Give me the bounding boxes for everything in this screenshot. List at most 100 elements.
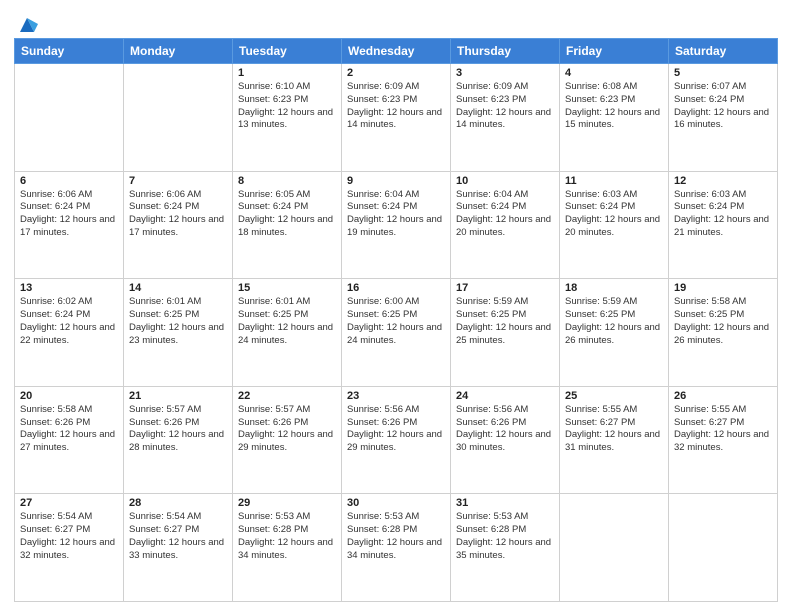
day-info: Sunrise: 5:54 AMSunset: 6:27 PMDaylight:… — [129, 511, 227, 562]
day-number: 12 — [674, 175, 772, 187]
day-number: 17 — [456, 282, 554, 294]
logo-icon — [16, 14, 38, 36]
calendar-table: SundayMondayTuesdayWednesdayThursdayFrid… — [14, 38, 778, 602]
day-number: 10 — [456, 175, 554, 187]
day-number: 19 — [674, 282, 772, 294]
calendar-week-row: 1 Sunrise: 6:10 AMSunset: 6:23 PMDaylight… — [15, 64, 778, 172]
calendar-week-row: 27 Sunrise: 5:54 AMSunset: 6:27 PMDayligh… — [15, 494, 778, 602]
logo-area — [14, 14, 38, 32]
day-number: 31 — [456, 497, 554, 509]
day-info: Sunrise: 6:04 AMSunset: 6:24 PMDaylight:… — [347, 189, 445, 240]
day-info: Sunrise: 5:57 AMSunset: 6:26 PMDaylight:… — [238, 404, 336, 455]
header — [14, 10, 778, 32]
calendar-cell: 11Sunrise: 6:03 AMSunset: 6:24 PMDayligh… — [560, 171, 669, 279]
day-info: Sunrise: 5:58 AMSunset: 6:26 PMDaylight:… — [20, 404, 118, 455]
calendar-cell: 6 Sunrise: 6:06 AMSunset: 6:24 PMDaylight… — [15, 171, 124, 279]
calendar-cell: 10 Sunrise: 6:04 AMSunset: 6:24 PMDayligh… — [451, 171, 560, 279]
day-info: Sunrise: 5:55 AMSunset: 6:27 PMDaylight:… — [565, 404, 663, 455]
calendar-cell — [15, 64, 124, 172]
day-info: Sunrise: 6:02 AMSunset: 6:24 PMDaylight:… — [20, 296, 118, 347]
day-info: Sunrise: 6:00 AMSunset: 6:25 PMDaylight:… — [347, 296, 445, 347]
day-info: Sunrise: 5:59 AMSunset: 6:25 PMDaylight:… — [456, 296, 554, 347]
weekday-header-row: SundayMondayTuesdayWednesdayThursdayFrid… — [15, 39, 778, 64]
calendar-cell: 27Sunrise: 5:54 AMSunset: 6:27 PMDayligh… — [15, 494, 124, 602]
weekday-header-wednesday: Wednesday — [342, 39, 451, 64]
calendar-cell: 20 Sunrise: 5:58 AMSunset: 6:26 PMDayligh… — [15, 386, 124, 494]
day-info: Sunrise: 6:10 AMSunset: 6:23 PMDaylight:… — [238, 81, 336, 132]
day-number: 4 — [565, 67, 663, 79]
calendar-cell: 22 Sunrise: 5:57 AMSunset: 6:26 PMDayligh… — [233, 386, 342, 494]
calendar-week-row: 20 Sunrise: 5:58 AMSunset: 6:26 PMDayligh… — [15, 386, 778, 494]
day-number: 6 — [20, 175, 118, 187]
calendar-cell: 3 Sunrise: 6:09 AMSunset: 6:23 PMDaylight… — [451, 64, 560, 172]
day-number: 8 — [238, 175, 336, 187]
day-info: Sunrise: 6:06 AMSunset: 6:24 PMDaylight:… — [129, 189, 227, 240]
day-info: Sunrise: 5:53 AMSunset: 6:28 PMDaylight:… — [238, 511, 336, 562]
day-info: Sunrise: 6:03 AMSunset: 6:24 PMDaylight:… — [565, 189, 663, 240]
calendar-cell: 19 Sunrise: 5:58 AMSunset: 6:25 PMDayligh… — [669, 279, 778, 387]
day-number: 3 — [456, 67, 554, 79]
calendar-cell: 12 Sunrise: 6:03 AMSunset: 6:24 PMDayligh… — [669, 171, 778, 279]
calendar-cell: 13 Sunrise: 6:02 AMSunset: 6:24 PMDayligh… — [15, 279, 124, 387]
calendar-cell: 4 Sunrise: 6:08 AMSunset: 6:23 PMDaylight… — [560, 64, 669, 172]
weekday-header-friday: Friday — [560, 39, 669, 64]
day-number: 29 — [238, 497, 336, 509]
day-number: 15 — [238, 282, 336, 294]
day-info: Sunrise: 6:05 AMSunset: 6:24 PMDaylight:… — [238, 189, 336, 240]
day-number: 21 — [129, 390, 227, 402]
calendar-cell: 30 Sunrise: 5:53 AMSunset: 6:28 PMDayligh… — [342, 494, 451, 602]
day-info: Sunrise: 6:06 AMSunset: 6:24 PMDaylight:… — [20, 189, 118, 240]
day-number: 25 — [565, 390, 663, 402]
calendar-cell — [560, 494, 669, 602]
day-number: 28 — [129, 497, 227, 509]
day-number: 27 — [20, 497, 118, 509]
calendar-cell: 1 Sunrise: 6:10 AMSunset: 6:23 PMDaylight… — [233, 64, 342, 172]
calendar-cell: 18 Sunrise: 5:59 AMSunset: 6:25 PMDayligh… — [560, 279, 669, 387]
day-info: Sunrise: 5:53 AMSunset: 6:28 PMDaylight:… — [456, 511, 554, 562]
day-info: Sunrise: 6:03 AMSunset: 6:24 PMDaylight:… — [674, 189, 772, 240]
calendar-cell: 7 Sunrise: 6:06 AMSunset: 6:24 PMDaylight… — [124, 171, 233, 279]
calendar-cell: 23Sunrise: 5:56 AMSunset: 6:26 PMDayligh… — [342, 386, 451, 494]
day-info: Sunrise: 5:59 AMSunset: 6:25 PMDaylight:… — [565, 296, 663, 347]
day-info: Sunrise: 5:57 AMSunset: 6:26 PMDaylight:… — [129, 404, 227, 455]
day-number: 24 — [456, 390, 554, 402]
calendar-cell: 16 Sunrise: 6:00 AMSunset: 6:25 PMDayligh… — [342, 279, 451, 387]
day-number: 5 — [674, 67, 772, 79]
day-info: Sunrise: 5:56 AMSunset: 6:26 PMDaylight:… — [347, 404, 445, 455]
day-number: 7 — [129, 175, 227, 187]
day-number: 18 — [565, 282, 663, 294]
calendar-cell: 21 Sunrise: 5:57 AMSunset: 6:26 PMDayligh… — [124, 386, 233, 494]
day-info: Sunrise: 5:56 AMSunset: 6:26 PMDaylight:… — [456, 404, 554, 455]
day-number: 22 — [238, 390, 336, 402]
day-number: 16 — [347, 282, 445, 294]
weekday-header-tuesday: Tuesday — [233, 39, 342, 64]
weekday-header-thursday: Thursday — [451, 39, 560, 64]
calendar-cell: 2Sunrise: 6:09 AMSunset: 6:23 PMDaylight… — [342, 64, 451, 172]
day-info: Sunrise: 6:09 AMSunset: 6:23 PMDaylight:… — [456, 81, 554, 132]
calendar-week-row: 13 Sunrise: 6:02 AMSunset: 6:24 PMDayligh… — [15, 279, 778, 387]
day-number: 13 — [20, 282, 118, 294]
day-number: 2 — [347, 67, 445, 79]
day-info: Sunrise: 6:07 AMSunset: 6:24 PMDaylight:… — [674, 81, 772, 132]
day-number: 20 — [20, 390, 118, 402]
calendar-cell: 17 Sunrise: 5:59 AMSunset: 6:25 PMDayligh… — [451, 279, 560, 387]
calendar-cell — [124, 64, 233, 172]
day-number: 30 — [347, 497, 445, 509]
weekday-header-saturday: Saturday — [669, 39, 778, 64]
calendar-cell: 25 Sunrise: 5:55 AMSunset: 6:27 PMDayligh… — [560, 386, 669, 494]
day-number: 1 — [238, 67, 336, 79]
day-number: 9 — [347, 175, 445, 187]
calendar-cell: 8 Sunrise: 6:05 AMSunset: 6:24 PMDaylight… — [233, 171, 342, 279]
day-info: Sunrise: 5:58 AMSunset: 6:25 PMDaylight:… — [674, 296, 772, 347]
day-info: Sunrise: 6:08 AMSunset: 6:23 PMDaylight:… — [565, 81, 663, 132]
day-info: Sunrise: 5:53 AMSunset: 6:28 PMDaylight:… — [347, 511, 445, 562]
calendar-cell: 9 Sunrise: 6:04 AMSunset: 6:24 PMDaylight… — [342, 171, 451, 279]
day-info: Sunrise: 6:01 AMSunset: 6:25 PMDaylight:… — [238, 296, 336, 347]
weekday-header-monday: Monday — [124, 39, 233, 64]
day-info: Sunrise: 6:01 AMSunset: 6:25 PMDaylight:… — [129, 296, 227, 347]
calendar-week-row: 6 Sunrise: 6:06 AMSunset: 6:24 PMDaylight… — [15, 171, 778, 279]
day-number: 26 — [674, 390, 772, 402]
day-info: Sunrise: 6:04 AMSunset: 6:24 PMDaylight:… — [456, 189, 554, 240]
day-number: 14 — [129, 282, 227, 294]
calendar-cell: 15 Sunrise: 6:01 AMSunset: 6:25 PMDayligh… — [233, 279, 342, 387]
